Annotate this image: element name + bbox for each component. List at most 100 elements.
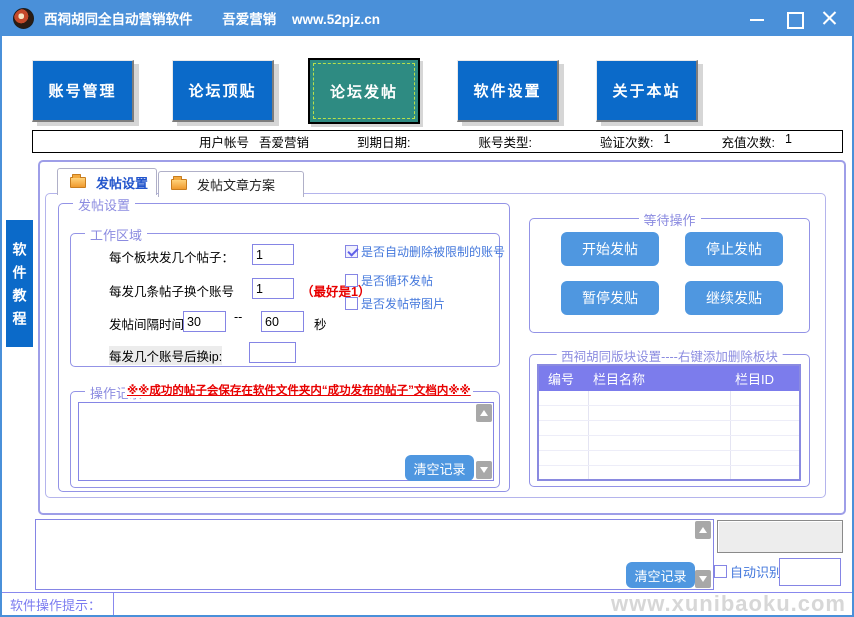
account-type-label: 账号类型:	[479, 132, 532, 151]
posts-per-board-label: 每个板块发几个帖子：	[109, 247, 234, 266]
record-scroll-up-icon[interactable]	[476, 404, 492, 422]
waiting-operation-group: 等待操作 开始发帖 停止发帖 暂停发贴 继续发贴	[529, 218, 810, 333]
tab-post-article-plan[interactable]: 发帖文章方案	[158, 171, 304, 197]
auto-delete-limited-label: 是否自动删除被限制的账号	[361, 243, 505, 260]
nav-forum-bump-button[interactable]: 论坛顶贴	[172, 60, 274, 122]
col-id-header: 栏目ID	[731, 369, 799, 388]
posts-per-board-input[interactable]	[252, 244, 294, 265]
work-area-group: 工作区域 每个板块发几个帖子： 每发几条帖子换个账号 （最好是1） 发帖间隔时间…	[70, 233, 500, 367]
table-row[interactable]	[539, 436, 799, 451]
record-clear-button[interactable]: 清空记录	[405, 455, 474, 481]
tab-post-settings-label: 发帖设置	[96, 173, 148, 192]
tab-post-settings[interactable]: 发帖设置	[57, 168, 157, 195]
account-type-value	[542, 132, 552, 151]
account-user-field: 用户帐号 吾爱营销	[199, 132, 309, 151]
interval-label: 发帖间隔时间:	[109, 314, 187, 333]
pause-posting-button[interactable]: 暂停发贴	[561, 281, 659, 315]
interval-to-input[interactable]	[261, 311, 304, 332]
interval-separator: --	[234, 310, 242, 324]
status-divider	[113, 593, 114, 615]
close-icon[interactable]	[818, 7, 840, 29]
posts-per-account-input[interactable]	[252, 278, 294, 299]
recharge-count-field: 充值次数: 1	[721, 132, 794, 151]
account-user-label: 用户帐号	[199, 132, 249, 151]
main-log-textarea[interactable]	[35, 519, 714, 590]
auto-recognize-row: 自动识别	[714, 562, 782, 581]
posts-per-account-label: 每发几条帖子换个账号	[109, 281, 234, 300]
expire-date-field: 到期日期:	[357, 132, 430, 151]
log-clear-button[interactable]: 清空记录	[626, 562, 695, 588]
captcha-code-input[interactable]	[779, 558, 841, 586]
watermark-text: www.xunibaoku.com	[611, 591, 846, 617]
verify-count-label: 验证次数:	[600, 132, 653, 151]
minimize-icon[interactable]	[746, 7, 768, 29]
website-url: www.52pjz.cn	[292, 12, 380, 27]
maximize-icon[interactable]	[782, 7, 804, 29]
operation-record-group: 操作记录 ※※成功的帖子会保存在软件文件夹内“成功发布的帖子”文档内※※ 清空记…	[70, 391, 500, 488]
post-with-image-label: 是否发帖带图片	[361, 295, 445, 312]
expire-date-label: 到期日期:	[357, 132, 410, 151]
board-settings-legend: 西祠胡同版块设置----右键添加删除板块	[556, 346, 783, 365]
captcha-image-box	[717, 520, 843, 553]
table-row[interactable]	[539, 466, 799, 481]
loop-posting-checkbox[interactable]	[345, 274, 358, 287]
auto-delete-limited-checkbox-row: 是否自动删除被限制的账号	[345, 243, 505, 260]
brand-name: 吾爱营销	[222, 12, 276, 27]
board-table[interactable]: 编号 栏目名称 栏目ID	[537, 364, 801, 481]
titlebar: 西祠胡同全自动营销软件 吾爱营销 www.52pjz.cn	[0, 0, 854, 36]
log-scroll-up-icon[interactable]	[695, 521, 711, 539]
change-ip-input[interactable]	[249, 342, 296, 363]
app-window: 西祠胡同全自动营销软件 吾爱营销 www.52pjz.cn 账号管理 论坛顶贴 …	[0, 0, 854, 617]
stop-posting-button[interactable]: 停止发帖	[685, 232, 783, 266]
expire-date-value	[421, 132, 431, 151]
success-save-notice: ※※成功的帖子会保存在软件文件夹内“成功发布的帖子”文档内※※	[125, 382, 473, 398]
post-settings-group: 发帖设置 工作区域 每个板块发几个帖子： 每发几条帖子换个账号 （最好是1） 发…	[58, 203, 510, 492]
board-settings-group: 西祠胡同版块设置----右键添加删除板块 编号 栏目名称 栏目ID	[529, 354, 810, 487]
table-row[interactable]	[539, 421, 799, 436]
loop-posting-label: 是否循环发帖	[361, 272, 433, 289]
interval-from-input[interactable]	[183, 311, 226, 332]
window-title: 西祠胡同全自动营销软件 吾爱营销 www.52pjz.cn	[44, 8, 380, 28]
verify-count-value: 1	[663, 132, 673, 151]
recharge-count-value: 1	[785, 132, 795, 151]
recharge-count-label: 充值次数:	[721, 132, 774, 151]
post-with-image-checkbox-row: 是否发帖带图片	[345, 295, 445, 312]
table-row[interactable]	[539, 391, 799, 406]
table-row[interactable]	[539, 451, 799, 466]
waiting-operation-legend: 等待操作	[638, 210, 700, 229]
nav-forum-post-button[interactable]: 论坛发帖	[308, 58, 420, 124]
change-ip-label: 每发几个账号后换ip:	[109, 346, 222, 365]
auto-recognize-checkbox[interactable]	[714, 565, 727, 578]
software-tutorial-button[interactable]: 软件教程	[6, 220, 33, 347]
log-scroll-down-icon[interactable]	[695, 570, 711, 588]
app-logo-icon	[13, 8, 34, 29]
board-table-header: 编号 栏目名称 栏目ID	[539, 366, 799, 391]
window-controls	[746, 0, 840, 36]
post-settings-legend: 发帖设置	[73, 195, 135, 214]
verify-count-field: 验证次数: 1	[600, 132, 673, 151]
start-posting-button[interactable]: 开始发帖	[561, 232, 659, 266]
nav-account-manage-button[interactable]: 账号管理	[32, 60, 134, 122]
account-info-bar: 用户帐号 吾爱营销 到期日期: 账号类型: 验证次数: 1 充值次数: 1	[32, 130, 843, 153]
nav-about-site-button[interactable]: 关于本站	[596, 60, 698, 122]
status-bar: 软件操作提示： www.xunibaoku.com	[2, 592, 852, 615]
continue-posting-button[interactable]: 继续发贴	[685, 281, 783, 315]
auto-recognize-label: 自动识别	[730, 562, 782, 581]
col-name-header: 栏目名称	[589, 369, 731, 388]
interval-unit-label: 秒	[314, 314, 327, 333]
account-type-field: 账号类型:	[479, 132, 552, 151]
loop-posting-checkbox-row: 是否循环发帖	[345, 272, 433, 289]
col-number-header: 编号	[539, 369, 589, 388]
post-with-image-checkbox[interactable]	[345, 297, 358, 310]
account-user-value: 吾爱营销	[259, 132, 309, 151]
auto-delete-limited-checkbox[interactable]	[345, 245, 358, 258]
status-label: 软件操作提示：	[10, 595, 101, 614]
folder-icon	[171, 179, 187, 190]
work-area-legend: 工作区域	[85, 225, 147, 244]
table-row[interactable]	[539, 406, 799, 421]
app-title: 西祠胡同全自动营销软件	[44, 12, 193, 27]
folder-icon	[70, 177, 86, 188]
record-scroll-down-icon[interactable]	[476, 461, 492, 479]
nav-software-settings-button[interactable]: 软件设置	[457, 60, 559, 122]
tab-post-article-plan-label: 发帖文章方案	[197, 175, 275, 194]
